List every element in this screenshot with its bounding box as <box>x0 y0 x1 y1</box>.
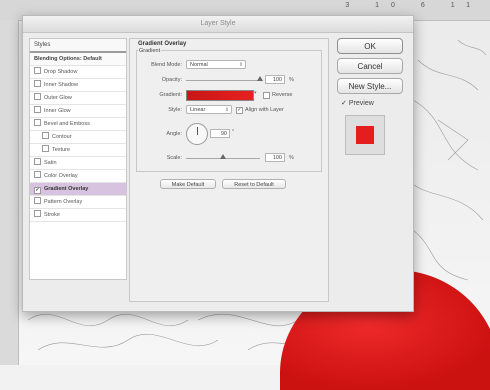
angle-indicator <box>197 127 198 135</box>
styles-row[interactable]: Blending Options: Default <box>30 53 126 66</box>
gradient-row: Gradient: ▾ Reverse <box>130 89 314 101</box>
style-checkbox[interactable] <box>42 132 49 139</box>
styles-row-label: Bevel and Emboss <box>44 121 90 127</box>
layer-style-dialog: Layer Style Styles Blending Options: Def… <box>22 15 414 312</box>
styles-list: Blending Options: Default Drop Shadow Inne… <box>30 53 126 222</box>
styles-row[interactable]: Outer Glow <box>30 92 126 105</box>
ruler-numbers: 3 10 6 11 <box>345 2 482 9</box>
gradient-label: Gradient: <box>159 92 182 98</box>
style-checkbox[interactable] <box>34 197 41 204</box>
scale-label: Scale: <box>166 155 182 161</box>
opacity-label: Opacity: <box>161 77 182 83</box>
styles-row-label: Stroke <box>44 212 60 218</box>
styles-row-label: Pattern Overlay <box>44 199 83 205</box>
scale-row: Scale: 100 % <box>130 152 314 164</box>
styles-row-label: Drop Shadow <box>44 69 78 75</box>
default-buttons-row: Make Default Reset to Default <box>130 179 314 191</box>
styles-row[interactable]: Drop Shadow <box>30 66 126 79</box>
style-checkbox[interactable] <box>34 171 41 178</box>
blend-mode-value: Normal <box>190 62 208 68</box>
cancel-button[interactable]: Cancel <box>337 58 403 74</box>
angle-label: Angle: <box>166 131 182 137</box>
reverse-checkbox[interactable] <box>263 92 270 99</box>
style-checkbox[interactable] <box>34 210 41 217</box>
style-checkbox[interactable]: ✓ <box>34 187 41 194</box>
preview-swatch <box>356 126 374 144</box>
styles-row-label: Outer Glow <box>44 95 72 101</box>
styles-row[interactable]: ✓ Gradient Overlay <box>30 183 126 196</box>
scale-unit: % <box>289 155 294 161</box>
gradient-picker[interactable] <box>186 90 254 101</box>
styles-header[interactable]: Styles <box>30 39 126 53</box>
style-checkbox[interactable] <box>34 106 41 113</box>
make-default-button[interactable]: Make Default <box>160 179 216 189</box>
styles-row[interactable]: Inner Shadow <box>30 79 126 92</box>
style-checkbox[interactable] <box>34 158 41 165</box>
style-checkbox[interactable] <box>34 93 41 100</box>
styles-row-label: Blending Options: Default <box>34 56 102 62</box>
styles-panel: Styles Blending Options: Default Drop Sha… <box>29 38 127 280</box>
preview-thumbnail <box>345 115 385 155</box>
preview-toggle[interactable]: ✓ Preview <box>341 99 374 107</box>
opacity-slider-track[interactable] <box>186 80 260 81</box>
styles-row-label: Gradient Overlay <box>44 186 89 192</box>
opacity-unit: % <box>289 77 294 83</box>
style-label: Style: <box>168 107 182 113</box>
opacity-input[interactable]: 100 <box>265 75 285 84</box>
style-row: Style: Linear ⇕ ✓ Align with Layer <box>130 104 314 116</box>
preview-label: Preview <box>348 100 374 107</box>
select-caret-icon: ⇕ <box>238 62 243 68</box>
styles-row[interactable]: Inner Glow <box>30 105 126 118</box>
styles-row[interactable]: Color Overlay <box>30 170 126 183</box>
select-caret-icon: ⇕ <box>224 107 229 113</box>
style-checkbox[interactable] <box>42 145 49 152</box>
styles-row[interactable]: Pattern Overlay <box>30 196 126 209</box>
align-with-layer-label: Align with Layer <box>245 107 284 113</box>
styles-row[interactable]: Stroke <box>30 209 126 222</box>
style-checkbox[interactable] <box>34 119 41 126</box>
group-title: Gradient Overlay <box>138 41 187 47</box>
preview-check-icon[interactable]: ✓ <box>341 100 347 107</box>
left-ruler <box>0 20 19 365</box>
styles-row-label: Inner Shadow <box>44 82 78 88</box>
styles-row[interactable]: Bevel and Emboss <box>30 118 126 131</box>
subgroup-title: Gradient <box>138 48 162 54</box>
scale-input[interactable]: 100 <box>265 153 285 162</box>
styles-row-label: Texture <box>52 147 71 153</box>
reset-default-button[interactable]: Reset to Default <box>222 179 286 189</box>
styles-row-label: Contour <box>52 134 72 140</box>
styles-row[interactable]: Contour <box>30 131 126 144</box>
blend-mode-label: Blend Mode: <box>151 62 182 68</box>
scale-slider-thumb[interactable] <box>220 154 226 159</box>
angle-dial[interactable] <box>186 123 208 145</box>
angle-input[interactable]: 90 <box>210 129 230 138</box>
dialog-titlebar: Layer Style <box>23 16 413 33</box>
opacity-slider-thumb[interactable] <box>257 76 263 81</box>
styles-row[interactable]: Satin <box>30 157 126 170</box>
align-with-layer-checkbox[interactable]: ✓ <box>236 107 243 114</box>
angle-row: Angle: 90 ° <box>130 123 314 145</box>
styles-row-label: Color Overlay <box>44 173 78 179</box>
styles-row-label: Satin <box>44 160 57 166</box>
style-select[interactable]: Linear ⇕ <box>186 105 232 114</box>
blend-mode-select[interactable]: Normal ⇕ <box>186 60 246 69</box>
gradient-overlay-options: Gradient Overlay Gradient Blend Mode: No… <box>129 38 329 302</box>
style-checkbox[interactable] <box>34 67 41 74</box>
reverse-label: Reverse <box>272 92 293 98</box>
new-style-button[interactable]: New Style... <box>337 78 403 94</box>
blend-mode-row: Blend Mode: Normal ⇕ <box>130 59 314 71</box>
styles-row-label: Inner Glow <box>44 108 71 114</box>
angle-degree-symbol: ° <box>232 129 235 135</box>
ok-button[interactable]: OK <box>337 38 403 54</box>
style-value: Linear <box>190 107 206 113</box>
gradient-dropdown-icon[interactable]: ▾ <box>254 90 257 96</box>
style-checkbox[interactable] <box>34 80 41 87</box>
opacity-row: Opacity: 100 % <box>130 74 314 86</box>
styles-row[interactable]: Texture <box>30 144 126 157</box>
